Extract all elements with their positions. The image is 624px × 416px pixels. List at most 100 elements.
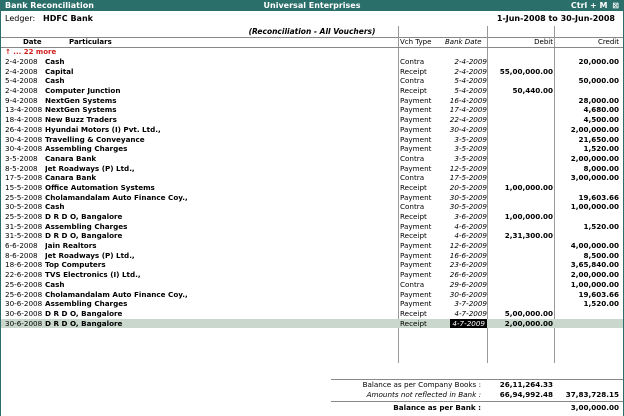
voucher-row[interactable]: 31-5-2008 D R D O, Bangalore Receipt 4-6-20… (1, 231, 623, 241)
bank-date-field[interactable]: 12-6-2009 (450, 241, 487, 250)
ledger-name[interactable]: HDFC Bank (43, 12, 93, 25)
voucher-credit: 3,00,000.00 (570, 173, 619, 183)
bank-date-field[interactable]: 3-6-2009 (454, 212, 487, 221)
voucher-bank-date[interactable]: 22-4-2009 (444, 115, 487, 125)
bank-date-field[interactable]: 4-6-2009 (454, 231, 487, 240)
voucher-row[interactable]: 30-4-2008 Travelling & Conveyance Payment 3… (1, 135, 623, 145)
voucher-bank-date[interactable]: 3-6-2009 (444, 212, 487, 222)
bank-date-field[interactable]: 2-4-2009 (454, 67, 487, 76)
voucher-row[interactable]: 26-4-2008 Hyundai Motors (I) Pvt. Ltd., Pa… (1, 125, 623, 135)
voucher-row[interactable]: 8-6-2008 Jet Roadways (P) Ltd., Payment 16-… (1, 251, 623, 261)
voucher-row[interactable]: 25-6-2008 Cholamandalam Auto Finance Coy.… (1, 290, 623, 300)
voucher-row[interactable]: 30-5-2008 Cash Contra 30-5-2009 1,00,000.00 (1, 202, 623, 212)
bank-date-field[interactable]: 4-6-2009 (454, 222, 487, 231)
voucher-bank-date[interactable]: 5-4-2009 (444, 76, 487, 86)
close-icon[interactable]: ⊠ (612, 1, 619, 10)
voucher-row[interactable]: 18-4-2008 New Buzz Traders Payment 22-4-200… (1, 115, 623, 125)
voucher-bank-date[interactable]: 17-4-2009 (444, 105, 487, 115)
voucher-bank-date[interactable]: 23-6-2009 (444, 260, 487, 270)
voucher-row[interactable]: 22-6-2008 TVS Electronics (I) Ltd., Paymen… (1, 270, 623, 280)
voucher-bank-date[interactable]: 3-5-2009 (444, 154, 487, 164)
voucher-row[interactable]: 17-5-2008 Canara Bank Contra 17-5-2009 3,00,… (1, 173, 623, 183)
bank-date-field[interactable]: 3-5-2009 (454, 154, 487, 163)
bank-date-field[interactable]: 30-5-2009 (450, 193, 487, 202)
voucher-date: 26-4-2008 (5, 124, 43, 134)
bank-date-field[interactable]: 30-5-2009 (450, 202, 487, 211)
bank-date-field[interactable]: 17-4-2009 (450, 105, 487, 114)
voucher-date: 25-6-2008 (5, 289, 43, 299)
voucher-bank-date[interactable]: 29-6-2009 (444, 280, 487, 290)
voucher-bank-date[interactable]: 4-6-2009 (444, 231, 487, 241)
voucher-row[interactable]: 2-4-2008 Computer Junction Receipt 5-4-2009… (1, 86, 623, 96)
voucher-credit: 1,520.00 (583, 144, 619, 154)
bank-date-field[interactable]: 30-4-2009 (450, 125, 487, 134)
voucher-row[interactable]: 30-6-2008 Assembling Charges Payment 3-7-20… (1, 299, 623, 309)
voucher-particulars: Jet Roadways (P) Ltd., (45, 250, 135, 260)
more-entries-indicator[interactable]: ↑ ... 22 more (5, 48, 56, 57)
voucher-credit: 4,00,000.00 (570, 241, 619, 251)
bank-date-field[interactable]: 12-5-2009 (450, 164, 487, 173)
voucher-particulars: NextGen Systems (45, 95, 117, 105)
voucher-row[interactable]: 31-5-2008 Assembling Charges Payment 4-6-20… (1, 222, 623, 232)
bank-date-field[interactable]: 3-5-2009 (454, 144, 487, 153)
bank-date-field[interactable]: 26-6-2009 (450, 270, 487, 279)
bank-date-field[interactable]: 3-7-2009 (454, 299, 487, 308)
bank-date-field[interactable]: 5-4-2009 (454, 76, 487, 85)
voucher-bank-date[interactable]: 16-6-2009 (444, 251, 487, 261)
voucher-row[interactable]: 30-6-2008 D R D O, Bangalore Receipt 4-7-20… (1, 309, 623, 319)
voucher-bank-date[interactable]: 4-6-2009 (444, 222, 487, 232)
bank-date-field[interactable]: 16-4-2009 (450, 96, 487, 105)
bank-date-field[interactable]: 23-6-2009 (450, 260, 487, 269)
bank-date-field[interactable]: 16-6-2009 (450, 251, 487, 260)
voucher-row[interactable]: 9-4-2008 NextGen Systems Payment 16-4-2009 2… (1, 96, 623, 106)
bank-date-field[interactable]: 5-4-2009 (454, 86, 487, 95)
voucher-bank-date[interactable]: 30-5-2009 (444, 193, 487, 203)
voucher-bank-date[interactable]: 17-5-2009 (444, 173, 487, 183)
voucher-bank-date[interactable]: 30-4-2009 (444, 125, 487, 135)
period-range[interactable]: 1-Jun-2008 to 30-Jun-2008 (497, 12, 615, 25)
bank-date-field[interactable]: 30-6-2009 (450, 290, 487, 299)
voucher-row[interactable]: 2-4-2008 Capital Receipt 2-4-2009 55,00,000.… (1, 67, 623, 77)
voucher-bank-date[interactable]: 3-5-2009 (444, 144, 487, 154)
bank-date-field[interactable]: 4-7-2009 (454, 309, 487, 318)
voucher-row[interactable]: 2-4-2008 Cash Contra 2-4-2009 20,000.00 (1, 57, 623, 67)
voucher-row[interactable]: 6-6-2008 Jain Realtors Payment 12-6-2009 4,0… (1, 241, 623, 251)
bank-date-field[interactable]: 3-5-2009 (454, 135, 487, 144)
voucher-bank-date[interactable]: 4-7-2009 (444, 318, 487, 329)
voucher-row[interactable]: 30-6-2008 D R D O, Bangalore Receipt 4-7-20… (1, 318, 623, 329)
voucher-date: 30-4-2008 (5, 144, 43, 154)
voucher-row[interactable]: 25-5-2008 D R D O, Bangalore Receipt 3-6-20… (1, 212, 623, 222)
voucher-bank-date[interactable]: 5-4-2009 (444, 86, 487, 96)
voucher-row[interactable]: 5-4-2008 Cash Contra 5-4-2009 50,000.00 (1, 76, 623, 86)
voucher-credit: 50,000.00 (578, 76, 619, 86)
bank-date-field[interactable]: 4-7-2009 (450, 318, 487, 328)
voucher-bank-date[interactable]: 30-5-2009 (444, 202, 487, 212)
voucher-row[interactable]: 25-5-2008 Cholamandalam Auto Finance Coy.… (1, 193, 623, 203)
bank-date-field[interactable]: 17-5-2009 (450, 173, 487, 182)
voucher-bank-date[interactable]: 30-6-2009 (444, 290, 487, 300)
voucher-row[interactable]: 25-6-2008 Cash Contra 29-6-2009 1,00,000.00 (1, 280, 623, 290)
voucher-bank-date[interactable]: 2-4-2009 (444, 67, 487, 77)
bank-date-field[interactable]: 20-5-2009 (450, 183, 487, 192)
voucher-date: 5-4-2008 (5, 76, 38, 86)
voucher-row[interactable]: 18-6-2008 Top Computers Payment 23-6-2009 3,… (1, 260, 623, 270)
voucher-bank-date[interactable]: 12-6-2009 (444, 241, 487, 251)
voucher-row[interactable]: 30-4-2008 Assembling Charges Payment 3-5-20… (1, 144, 623, 154)
voucher-bank-date[interactable]: 3-5-2009 (444, 135, 487, 145)
voucher-row[interactable]: 13-4-2008 NextGen Systems Payment 17-4-2009… (1, 105, 623, 115)
bank-date-field[interactable]: 2-4-2009 (454, 57, 487, 66)
voucher-particulars: New Buzz Traders (45, 115, 117, 125)
voucher-bank-date[interactable]: 3-7-2009 (444, 299, 487, 309)
voucher-bank-date[interactable]: 26-6-2009 (444, 270, 487, 280)
voucher-bank-date[interactable]: 12-5-2009 (444, 164, 487, 174)
bank-date-field[interactable]: 29-6-2009 (450, 280, 487, 289)
voucher-bank-date[interactable]: 20-5-2009 (444, 183, 487, 193)
voucher-row[interactable]: 3-5-2008 Canara Bank Contra 3-5-2009 2,00,00… (1, 154, 623, 164)
voucher-row[interactable]: 15-5-2008 Office Automation Systems Receip… (1, 183, 623, 193)
voucher-bank-date[interactable]: 4-7-2009 (444, 309, 487, 319)
bank-date-field[interactable]: 22-4-2009 (450, 115, 487, 124)
voucher-debit: 2,00,000.00 (504, 318, 553, 328)
voucher-row[interactable]: 8-5-2008 Jet Roadways (P) Ltd., Payment 12-… (1, 164, 623, 174)
voucher-bank-date[interactable]: 16-4-2009 (444, 96, 487, 106)
voucher-bank-date[interactable]: 2-4-2009 (444, 57, 487, 67)
